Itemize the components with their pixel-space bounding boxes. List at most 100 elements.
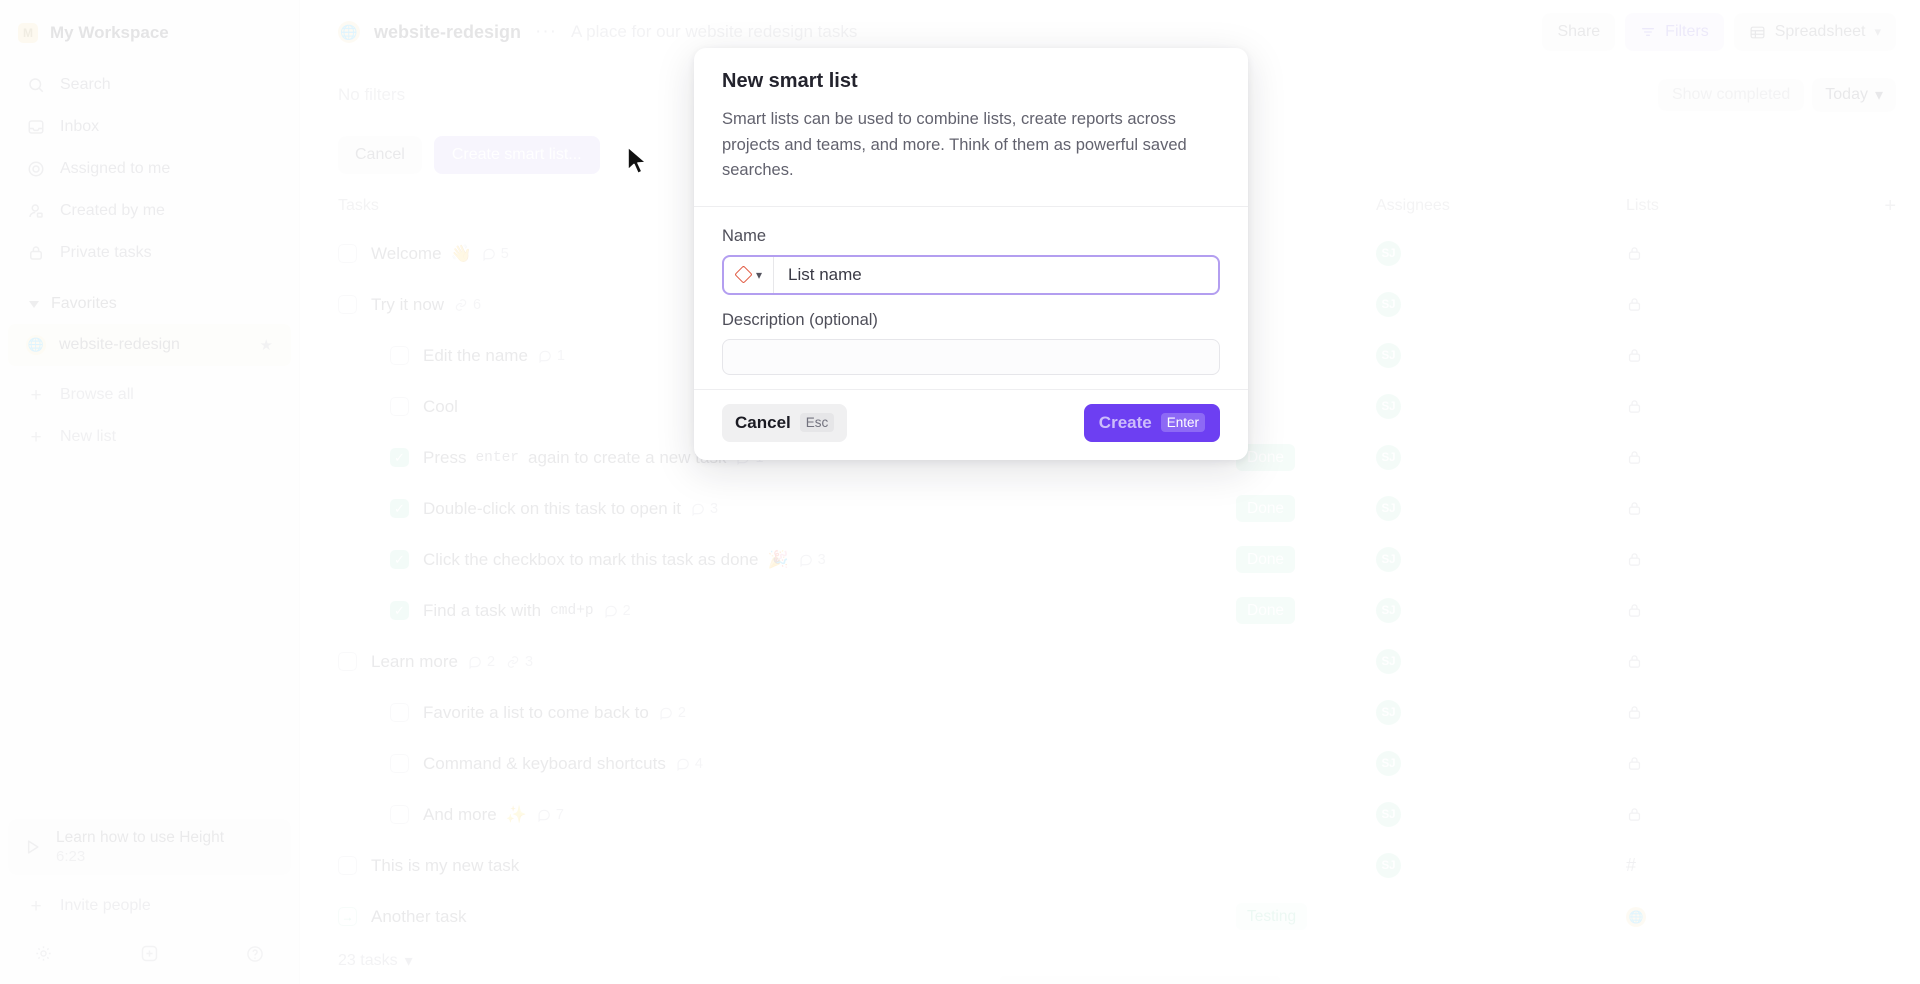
date-range-selector[interactable]: Today ▾ [1812,78,1896,112]
task-checkbox[interactable]: ✓ [390,499,409,518]
task-checkbox[interactable] [338,244,357,263]
table-row[interactable]: Favorite a list to come back to 2 SJ [300,687,1920,738]
subbar-actions: Show completed Today ▾ [1657,78,1896,112]
task-lists[interactable] [1626,755,1856,772]
party-emoji: 🎉 [767,549,789,569]
task-checkbox[interactable] [390,754,409,773]
table-row[interactable]: ✓ Find a task with cmd+p 2 Done SJ [300,585,1920,636]
task-assignees[interactable]: SJ [1376,547,1626,572]
description-input[interactable] [722,338,1220,375]
comment-icon [482,247,496,261]
task-status[interactable]: Done [1236,495,1376,522]
task-lists[interactable]: # [1626,855,1856,876]
filters-button[interactable]: Filters [1625,13,1724,51]
link-count: 3 [525,653,534,670]
cancel-button[interactable]: Cancel Esc [722,403,848,442]
task-lists[interactable] [1626,398,1856,415]
add-column-button[interactable]: + [1856,195,1896,218]
task-status[interactable]: Done [1236,444,1376,471]
sidebar-item-browse-all[interactable]: + Browse all [8,374,291,416]
task-checkbox[interactable] [390,346,409,365]
sidebar-item-invite-people[interactable]: + Invite people [8,885,291,927]
status-badge: Done [1236,597,1296,624]
task-lists[interactable] [1626,296,1856,313]
task-lists[interactable] [1626,500,1856,517]
task-assignees[interactable]: SJ [1376,445,1626,470]
task-checkbox[interactable] [338,856,357,875]
task-status[interactable]: Testing [1236,903,1376,930]
task-status[interactable]: Done [1236,597,1376,624]
table-row[interactable]: ✓ Click the checkbox to mark this task a… [300,534,1920,585]
comment-icon [468,655,482,669]
cancel-button[interactable]: Cancel [338,136,422,174]
task-checkbox[interactable] [338,652,357,671]
more-options-icon[interactable]: ··· [535,22,557,42]
task-checkbox[interactable] [338,295,357,314]
sidebar-item-private-tasks[interactable]: Private tasks [8,232,291,274]
table-row[interactable]: This is my new task SJ # [300,840,1920,891]
filters-label: Filters [1665,23,1709,40]
table-row[interactable]: → Another task Testing 🌐 [300,891,1920,938]
table-row[interactable]: Learn more 2 3 SJ [300,636,1920,687]
task-assignees[interactable]: SJ [1376,496,1626,521]
task-lists[interactable] [1626,347,1856,364]
table-row[interactable]: Command & keyboard shortcuts 4 SJ [300,738,1920,789]
task-lists[interactable]: 🌐 [1626,906,1856,927]
task-assignees[interactable]: SJ [1376,751,1626,776]
task-checkbox[interactable] [390,397,409,416]
task-assignees[interactable]: SJ [1376,649,1626,674]
favorites-section-header[interactable]: Favorites [8,284,291,324]
task-lists[interactable] [1626,449,1856,466]
task-checkbox[interactable] [390,805,409,824]
task-lists[interactable] [1626,704,1856,721]
sidebar-item-website-redesign[interactable]: 🌐 website-redesign ★ [8,324,291,366]
learn-how-to-use-height-card[interactable]: Learn how to use Height 6:23 [8,819,291,875]
task-assignees[interactable]: SJ [1376,292,1626,317]
task-checkbox[interactable]: ✓ [390,550,409,569]
task-assignees[interactable]: SJ [1376,394,1626,419]
share-button[interactable]: Share [1542,13,1616,51]
table-row[interactable]: ✓ Double-click on this task to open it 3… [300,483,1920,534]
sidebar: M My Workspace Search Inbox Assigned to … [0,0,300,984]
task-assignees[interactable]: SJ [1376,241,1626,266]
lock-icon [1626,347,1856,364]
star-icon[interactable]: ★ [260,336,273,354]
task-assignees[interactable]: SJ [1376,700,1626,725]
task-lists[interactable] [1626,551,1856,568]
list-name-input[interactable]: List name [774,257,1218,293]
move-task-icon[interactable]: → [338,907,357,926]
sidebar-item-assigned-to-me[interactable]: Assigned to me [8,148,291,190]
task-lists[interactable] [1626,653,1856,670]
task-assignees[interactable]: SJ [1376,598,1626,623]
favorites-label: Favorites [51,295,117,312]
task-assignees[interactable]: SJ [1376,853,1626,878]
task-title: Try it now [371,294,445,314]
task-assignees[interactable]: SJ [1376,802,1626,827]
sidebar-item-label: Assigned to me [60,160,171,177]
sidebar-item-inbox[interactable]: Inbox [8,106,291,148]
view-selector-button[interactable]: Spreadsheet ▾ [1733,13,1896,51]
task-assignees[interactable]: SJ [1376,343,1626,368]
task-status[interactable]: Done [1236,546,1376,573]
create-smart-list-button[interactable]: Create smart list... [433,136,600,174]
create-button[interactable]: Create Enter [1083,403,1220,442]
list-icon-picker[interactable]: ▾ [724,256,775,293]
sidebar-item-label: Browse all [60,386,134,403]
task-checkbox[interactable] [390,703,409,722]
help-circle-icon[interactable] [245,944,265,964]
plus-square-icon[interactable] [139,943,160,964]
table-row[interactable]: And more ✨ 7 SJ [300,789,1920,840]
sidebar-item-search[interactable]: Search [8,64,291,106]
gear-icon[interactable] [34,944,53,963]
task-lists[interactable] [1626,245,1856,262]
avatar: SJ [1376,241,1401,266]
task-checkbox[interactable]: ✓ [390,448,409,467]
show-completed-toggle[interactable]: Show completed [1657,79,1805,111]
task-checkbox[interactable]: ✓ [390,601,409,620]
task-lists[interactable] [1626,806,1856,823]
sidebar-item-new-list[interactable]: + New list [8,416,291,458]
task-lists[interactable] [1626,602,1856,619]
sidebar-item-created-by-me[interactable]: Created by me [8,190,291,232]
workspace-switcher[interactable]: M My Workspace [0,10,299,56]
sidebar-item-label: Inbox [60,118,100,135]
